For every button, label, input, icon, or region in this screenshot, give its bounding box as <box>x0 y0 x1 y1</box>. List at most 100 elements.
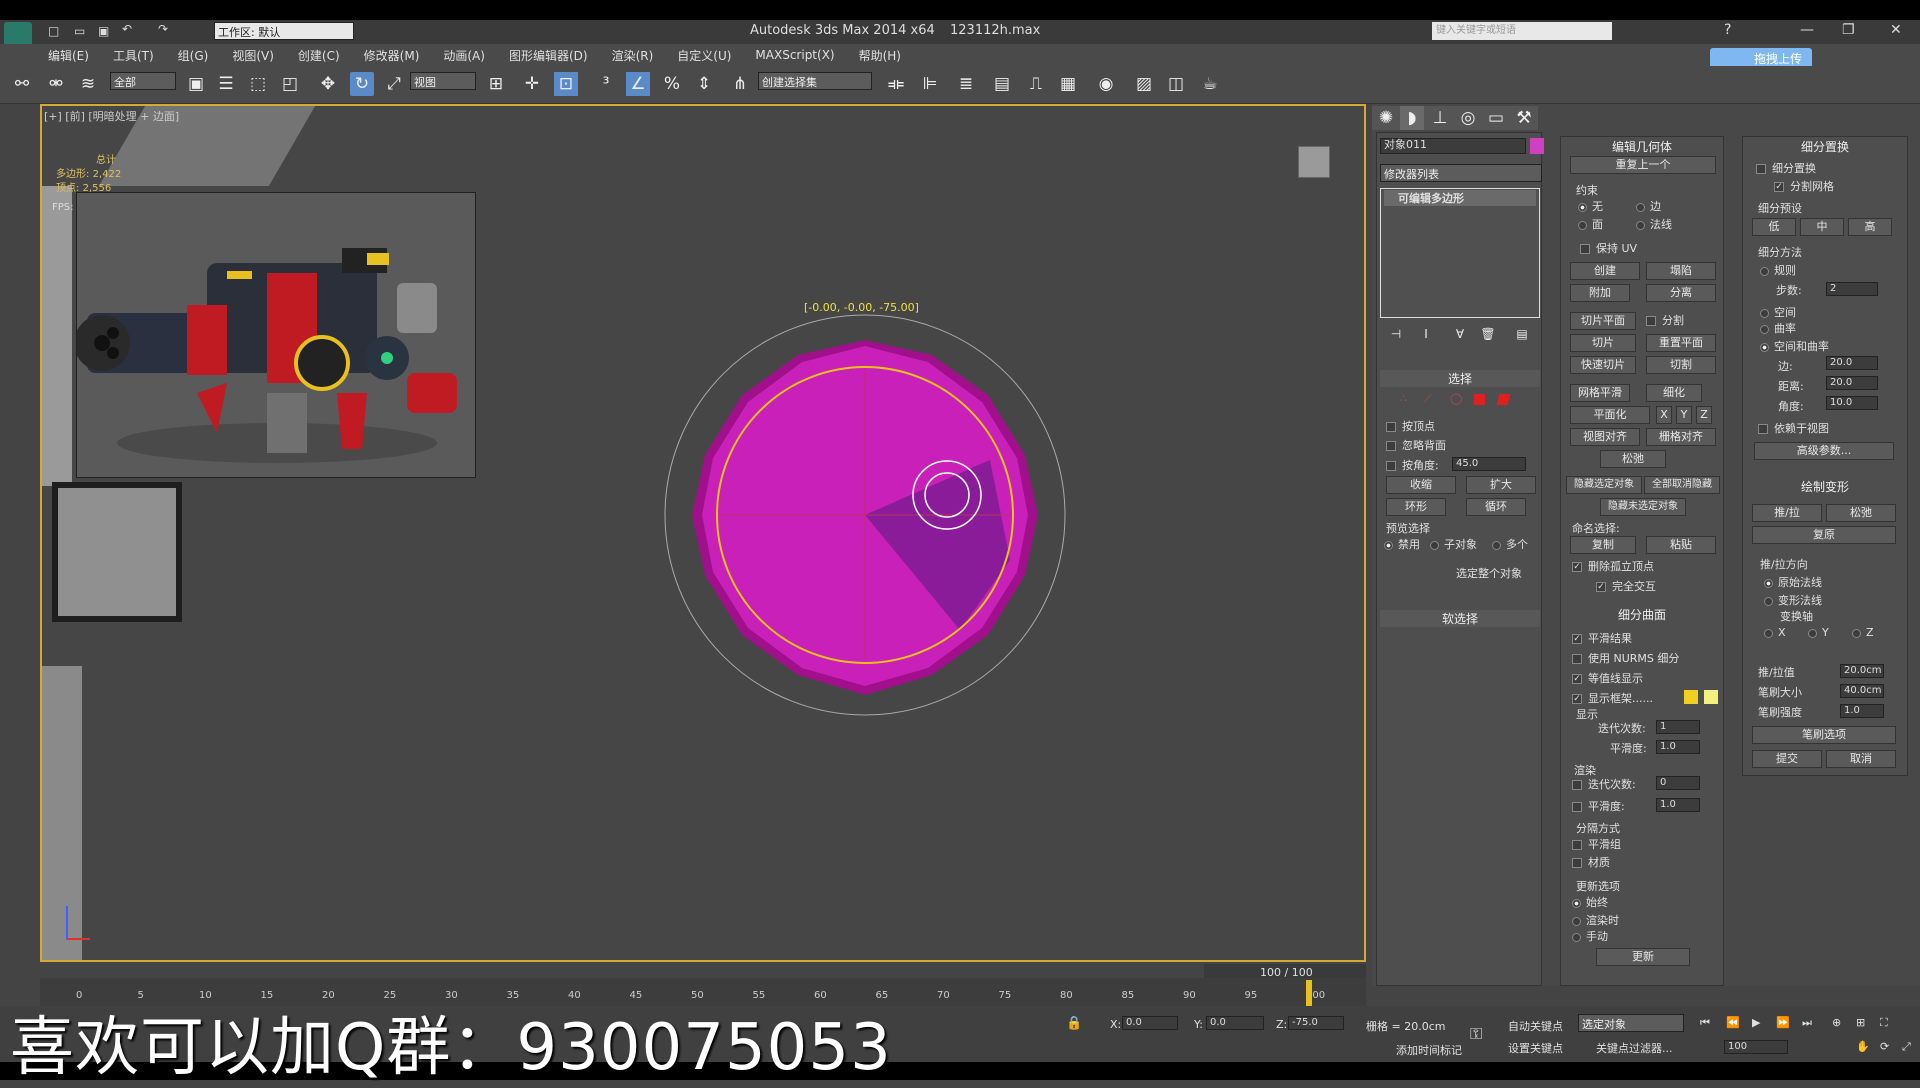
menu-views[interactable]: 视图(V) <box>232 47 274 64</box>
quickslice-button[interactable]: 快速切片 <box>1570 356 1636 374</box>
percent-snap-icon[interactable]: % <box>660 72 684 96</box>
distance-spinner[interactable]: 20.0 <box>1826 376 1878 390</box>
by-vertex-checkbox[interactable]: 按顶点 <box>1386 418 1435 434</box>
detach-button[interactable]: 分离 <box>1646 284 1716 302</box>
menu-graph-editors[interactable]: 图形编辑器(D) <box>509 47 588 64</box>
auto-key-button[interactable]: 自动关键点 <box>1508 1018 1563 1034</box>
loop-button[interactable]: 循环 <box>1466 498 1526 516</box>
grid-align-button[interactable]: 栅格对齐 <box>1646 428 1716 446</box>
link-icon[interactable]: ⚯ <box>10 72 34 96</box>
cancel-button[interactable]: 取消 <box>1826 750 1896 768</box>
edge-mode-icon[interactable]: ⟋ <box>1424 392 1432 406</box>
brush-strength-spinner[interactable]: 1.0 <box>1840 704 1884 718</box>
modify-tab-icon[interactable]: ◗ <box>1400 106 1424 130</box>
search-input[interactable]: 键入关键字或短语 <box>1432 22 1612 40</box>
collapse-button[interactable]: 塌陷 <box>1646 262 1716 280</box>
push-value-spinner[interactable]: 20.0cm <box>1840 664 1884 678</box>
create-button[interactable]: 创建 <box>1570 262 1640 280</box>
bind-space-warp-icon[interactable]: ≋ <box>76 72 100 96</box>
edit-named-sel-icon[interactable]: ⋔ <box>728 72 752 96</box>
pivot-center-icon[interactable]: ⊞ <box>484 72 508 96</box>
display-tab-icon[interactable]: ▭ <box>1484 106 1508 130</box>
menu-group[interactable]: 组(G) <box>178 47 209 64</box>
update-always-radio[interactable]: 始终 <box>1572 894 1608 910</box>
editable-poly-object[interactable] <box>660 310 1070 720</box>
zoom-icon[interactable]: ⊕ <box>1832 1016 1841 1029</box>
quick-access-save-icon[interactable]: ▣ <box>98 24 109 38</box>
slice-plane-button[interactable]: 切片平面 <box>1570 312 1636 330</box>
menu-tools[interactable]: 工具(T) <box>113 47 154 64</box>
key-icon[interactable]: ⚿ <box>1470 1024 1482 1044</box>
attach-button[interactable]: 附加 <box>1570 284 1630 302</box>
stack-item-editable-poly[interactable]: 可编辑多边形 <box>1384 190 1536 206</box>
keyboard-shortcut-icon[interactable]: ⊡ <box>554 72 578 96</box>
original-normals-radio[interactable]: 原始法线 <box>1764 574 1822 590</box>
deformed-normals-radio[interactable]: 变形法线 <box>1764 592 1822 608</box>
planar-x-button[interactable]: X <box>1656 406 1672 424</box>
update-button[interactable]: 更新 <box>1596 948 1690 966</box>
current-frame-marker[interactable] <box>1306 980 1312 1006</box>
polygon-mode-icon[interactable] <box>1474 394 1485 405</box>
named-selection-dropdown[interactable]: 创建选择集 <box>758 72 872 90</box>
relax-button[interactable]: 松弛 <box>1600 450 1666 468</box>
update-manual-radio[interactable]: 手动 <box>1572 928 1608 944</box>
brush-options-button[interactable]: 笔刷选项 <box>1752 726 1896 744</box>
menu-create[interactable]: 创建(C) <box>298 47 340 64</box>
minimize-icon[interactable]: — <box>1800 22 1814 38</box>
axis-x-radio[interactable]: X <box>1764 626 1786 639</box>
key-filters-button[interactable]: 关键点过滤器... <box>1596 1040 1673 1056</box>
materials-checkbox[interactable]: 材质 <box>1572 854 1610 870</box>
constraint-none-radio[interactable]: 无 <box>1578 198 1603 214</box>
utilities-tab-icon[interactable]: ⚒ <box>1512 106 1536 130</box>
smooth-result-checkbox[interactable]: ✓ 平滑结果 <box>1572 630 1632 646</box>
method-spatial-curvature-radio[interactable]: 空间和曲率 <box>1760 338 1829 354</box>
maximize-viewport-icon[interactable]: ⤢ <box>1902 1040 1911 1054</box>
subdivision-surface-title[interactable]: 细分曲面 <box>1562 606 1722 623</box>
pin-stack-icon[interactable]: ⊣ <box>1384 322 1408 346</box>
undo-icon[interactable]: ↶ <box>122 22 132 36</box>
method-regular-radio[interactable]: 规则 <box>1760 262 1796 278</box>
method-curvature-radio[interactable]: 曲率 <box>1760 320 1796 336</box>
layer-explorer-icon[interactable]: ≣ <box>954 72 978 96</box>
reset-plane-button[interactable]: 重置平面 <box>1646 334 1716 352</box>
workspace-dropdown[interactable]: 工作区: 默认 <box>214 22 354 40</box>
align-icon[interactable]: ⊫ <box>918 72 942 96</box>
prev-frame-icon[interactable]: ⏪ <box>1726 1016 1740 1029</box>
quick-access-new-icon[interactable]: □ <box>48 24 59 38</box>
quick-access-open-icon[interactable]: ▭ <box>74 24 85 38</box>
render-setup-icon[interactable]: ▨ <box>1132 72 1156 96</box>
scene-explorer-icon[interactable]: ▤ <box>990 72 1014 96</box>
slice-button[interactable]: 切片 <box>1570 334 1636 352</box>
x-coord-field[interactable]: 0.0 <box>1122 1016 1178 1030</box>
preset-low-button[interactable]: 低 <box>1752 218 1796 236</box>
use-nurms-checkbox[interactable]: 使用 NURMS 细分 <box>1572 650 1679 666</box>
axis-z-radio[interactable]: Z <box>1852 626 1874 639</box>
push-pull-button[interactable]: 推/拉 <box>1752 504 1822 522</box>
render-production-icon[interactable]: ☕ <box>1198 72 1222 96</box>
next-frame-icon[interactable]: ⏩ <box>1776 1016 1790 1029</box>
advanced-params-button[interactable]: 高级参数... <box>1754 442 1894 460</box>
z-coord-field[interactable]: -75.0 <box>1288 1016 1344 1030</box>
snaps-toggle-icon[interactable]: ³ <box>594 72 618 96</box>
object-name-field[interactable]: 对象011 <box>1380 138 1526 154</box>
angle-spinner[interactable]: 45.0 <box>1452 457 1526 471</box>
smoothing-groups-checkbox[interactable]: 平滑组 <box>1572 836 1621 852</box>
orbit-icon[interactable]: ⟳ <box>1880 1040 1889 1053</box>
help-icon[interactable]: ? <box>1724 22 1731 38</box>
zoom-extents-icon[interactable]: ⛶ <box>1880 1016 1888 1030</box>
add-time-tag[interactable]: 添加时间标记 <box>1396 1042 1462 1058</box>
menu-customize[interactable]: 自定义(U) <box>677 47 731 64</box>
hide-selected-button[interactable]: 隐藏选定对象 <box>1566 476 1642 494</box>
edge-spinner[interactable]: 20.0 <box>1826 356 1878 370</box>
mirror-icon[interactable]: ⟚ <box>884 72 908 96</box>
constraint-face-radio[interactable]: 面 <box>1578 216 1603 232</box>
angle-snap-icon[interactable]: ∠ <box>626 72 650 96</box>
menu-edit[interactable]: 编辑(E) <box>48 47 89 64</box>
close-icon[interactable]: ✕ <box>1890 22 1902 38</box>
create-tab-icon[interactable]: ✺ <box>1374 106 1398 130</box>
edit-geometry-title[interactable]: 编辑几何体 <box>1562 138 1722 155</box>
repeat-last-button[interactable]: 重复上一个 <box>1570 156 1716 174</box>
border-mode-icon[interactable]: ◯ <box>1450 392 1462 405</box>
y-coord-field[interactable]: 0.0 <box>1206 1016 1264 1030</box>
cage-color-swatch-2[interactable] <box>1704 690 1718 704</box>
